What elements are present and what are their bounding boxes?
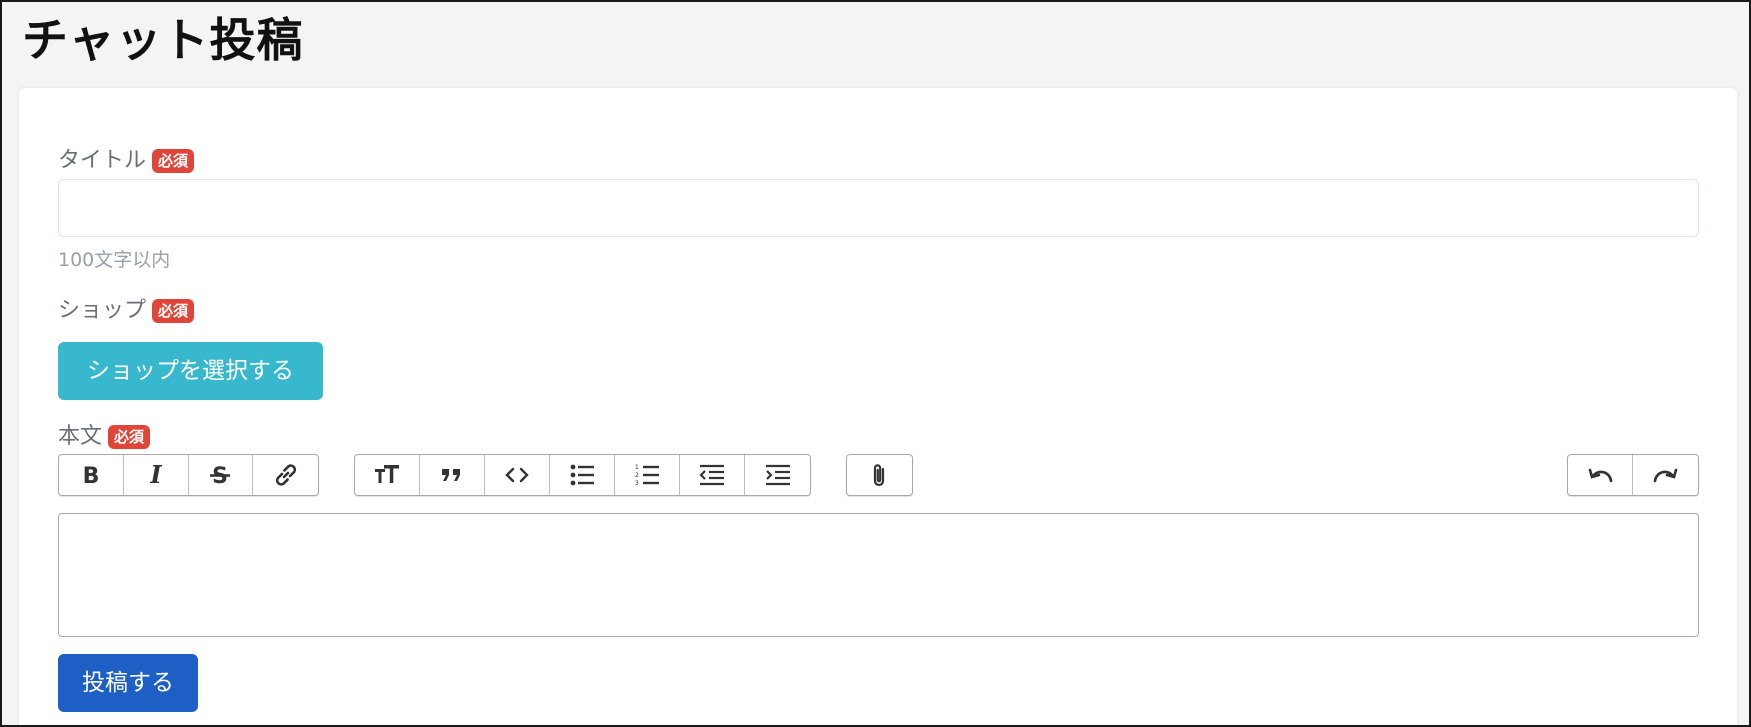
redo-icon [1653,468,1677,483]
shop-label: ショップ [58,298,147,323]
link-icon [275,464,296,486]
strikethrough-icon: S [210,464,231,489]
quote-button[interactable] [420,455,485,495]
code-button[interactable] [485,455,550,495]
toolbar-text-format-group: B I S [58,454,319,496]
italic-button[interactable]: I [124,455,189,495]
shop-label-row: ショップ 必須 [58,296,195,326]
redo-button[interactable] [1633,455,1698,495]
title-hint: 100文字以内 [58,249,171,271]
svg-text:3: 3 [635,480,639,487]
attach-file-button[interactable] [847,455,912,495]
outdent-button[interactable] [680,455,745,495]
body-label-row: 本文 必須 [58,422,151,452]
heading-icon [375,465,399,483]
select-shop-button[interactable]: ショップを選択する [58,342,323,400]
title-label-row: タイトル 必須 [58,146,195,176]
numbered-list-icon: 123 [635,464,659,487]
bullet-list-button[interactable] [550,455,615,495]
code-icon [505,467,529,483]
italic-icon: I [149,460,162,489]
bullet-list-icon [570,464,594,486]
title-input[interactable] [58,179,1699,237]
svg-text:2: 2 [635,472,639,479]
title-label: タイトル [58,148,147,173]
indent-button[interactable] [745,455,810,495]
bold-button[interactable]: B [59,455,124,495]
page-title: チャット投稿 [22,13,304,67]
outdent-icon [699,464,724,486]
svg-text:1: 1 [635,464,639,471]
link-button[interactable] [253,455,318,495]
strikethrough-button[interactable]: S [189,455,254,495]
app-window: チャット投稿 タイトル 必須 100文字以内 ショップ 必須 ショップを選択する… [0,0,1751,727]
body-editor[interactable] [58,513,1699,637]
indent-icon [765,464,790,486]
toolbar-block-format-group: 123 [354,454,811,496]
required-badge: 必須 [108,425,151,449]
required-badge: 必須 [152,299,195,323]
attachment-icon [873,464,884,487]
bold-icon: B [82,464,99,489]
svg-text:B: B [82,464,99,489]
required-badge: 必須 [152,149,195,173]
body-label: 本文 [58,424,103,449]
submit-button[interactable]: 投稿する [58,654,198,712]
undo-button[interactable] [1568,455,1633,495]
undo-icon [1588,468,1613,483]
numbered-list-button[interactable]: 123 [615,455,680,495]
svg-text:I: I [149,460,162,489]
heading-button[interactable] [355,455,420,495]
toolbar-history-group [1567,454,1699,496]
quote-icon [442,469,460,481]
toolbar-attachment-group [846,454,913,496]
